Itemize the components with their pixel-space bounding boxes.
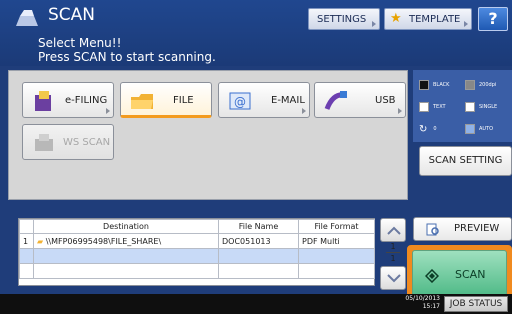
table-row-empty[interactable]: [19, 263, 375, 279]
col-header-destination: Destination: [33, 219, 219, 234]
chevron-right-icon: [372, 21, 376, 27]
chevron-right-icon: [106, 108, 110, 114]
start-diamond-icon: [425, 269, 439, 283]
rotation-value: 0: [433, 126, 437, 132]
usb-label: USB: [375, 95, 396, 106]
size-row: AUTO: [465, 120, 493, 138]
usb-icon: [324, 91, 347, 110]
settings-button[interactable]: SETTINGS: [308, 8, 380, 30]
ws-scan-icon: [35, 134, 53, 151]
table-row[interactable]: 1 ▰ \\MFP06995498\FILE_SHARE\ DOC051013 …: [19, 233, 375, 249]
chevron-right-icon: [302, 108, 306, 114]
original-mode-row: TEXT: [419, 98, 446, 116]
original-mode-value: TEXT: [433, 104, 446, 110]
rotation-row: ↻ 0: [419, 120, 437, 138]
scan-label: SCAN: [455, 268, 486, 281]
message-line-2: Press SCAN to start scanning.: [38, 50, 216, 64]
settings-label: SETTINGS: [317, 13, 367, 25]
color-mode-value: BLACK: [433, 82, 450, 88]
chevron-down-icon: [387, 274, 401, 283]
ws-scan-button[interactable]: WS SCAN: [22, 124, 114, 160]
resolution-icon: [465, 80, 475, 90]
table-row-empty[interactable]: [19, 248, 375, 264]
message-line-1: Select Menu!!: [38, 36, 122, 50]
email-icon: @: [229, 92, 251, 110]
page-total: 1: [390, 254, 396, 263]
col-header-number: [19, 219, 34, 234]
date-text: 05/10/2013: [405, 295, 440, 302]
col-header-file-name: File Name: [218, 219, 299, 234]
folder-icon: ▰: [37, 236, 44, 246]
scan-status-panel: BLACK 200dpi TEXT SINGLE ↻ 0 AUTO: [413, 70, 512, 142]
duplex-row: SINGLE: [465, 98, 497, 116]
bottom-bar: 05/10/2013 15:17 JOB STATUS: [0, 294, 512, 314]
destination-table: Destination File Name File Format 1 ▰ \\…: [18, 218, 375, 286]
page-current: 1: [390, 242, 396, 251]
scroll-down-button[interactable]: [380, 266, 406, 290]
color-mode-row: BLACK: [419, 76, 449, 94]
row-number: 1: [19, 233, 34, 249]
page-divider: [386, 252, 400, 253]
e-filing-button[interactable]: e-FILING: [22, 82, 114, 118]
duplex-value: SINGLE: [479, 104, 498, 110]
usb-button[interactable]: USB: [314, 82, 406, 118]
page-title: SCAN: [48, 5, 96, 25]
size-value: AUTO: [479, 126, 494, 132]
e-filing-label: e-FILING: [65, 95, 108, 106]
scroll-up-button[interactable]: [380, 218, 406, 242]
email-label: E-MAIL: [271, 95, 305, 106]
col-header-file-format: File Format: [298, 219, 375, 234]
file-label: FILE: [173, 95, 194, 106]
resolution-row: 200dpi: [465, 76, 496, 94]
chevron-right-icon: [398, 108, 402, 114]
ws-scan-label: WS SCAN: [63, 137, 111, 148]
preview-label: PREVIEW: [454, 223, 500, 234]
paper-size-icon: [465, 124, 475, 134]
datetime-display: 05/10/2013 15:17: [400, 295, 440, 311]
table-header-row: Destination File Name File Format: [19, 219, 375, 234]
scan-setting-button[interactable]: SCAN SETTING: [419, 146, 512, 176]
page-indicator: 1 1: [381, 242, 405, 266]
svg-text:@: @: [234, 95, 246, 109]
file-button[interactable]: FILE: [120, 82, 212, 118]
black-mode-icon: [419, 80, 429, 90]
destination-value: \\MFP06995498\FILE_SHARE\: [45, 236, 162, 246]
folder-icon: [131, 94, 153, 109]
text-mode-icon: [419, 102, 429, 112]
email-button[interactable]: @ E-MAIL: [218, 82, 310, 118]
e-filing-icon: [35, 91, 51, 111]
template-label: TEMPLATE: [409, 13, 461, 25]
row-destination: ▰ \\MFP06995498\FILE_SHARE\: [33, 233, 219, 249]
template-button[interactable]: ★ TEMPLATE: [384, 8, 472, 30]
header-bar: SCAN SETTINGS ★ TEMPLATE ? Select Menu!!…: [0, 0, 512, 66]
help-button[interactable]: ?: [478, 7, 508, 31]
right-panel: BLACK 200dpi TEXT SINGLE ↻ 0 AUTO SCAN S…: [407, 70, 512, 314]
rotate-icon: ↻: [419, 123, 428, 135]
preview-icon: [426, 223, 439, 236]
scan-button[interactable]: SCAN: [412, 250, 507, 300]
chevron-up-icon: [387, 226, 401, 235]
single-side-icon: [465, 102, 475, 112]
star-icon: ★: [390, 11, 402, 26]
scanner-logo-icon: [16, 10, 38, 26]
job-status-button[interactable]: JOB STATUS: [444, 296, 508, 312]
instruction-message: Select Menu!! Press SCAN to start scanni…: [38, 36, 216, 64]
chevron-right-icon: [464, 21, 468, 27]
time-text: 15:17: [422, 303, 440, 310]
preview-button[interactable]: PREVIEW: [413, 217, 512, 241]
row-file-format: PDF Multi: [298, 233, 375, 249]
row-file-name: DOC051013: [218, 233, 299, 249]
resolution-value: 200dpi: [479, 82, 497, 88]
